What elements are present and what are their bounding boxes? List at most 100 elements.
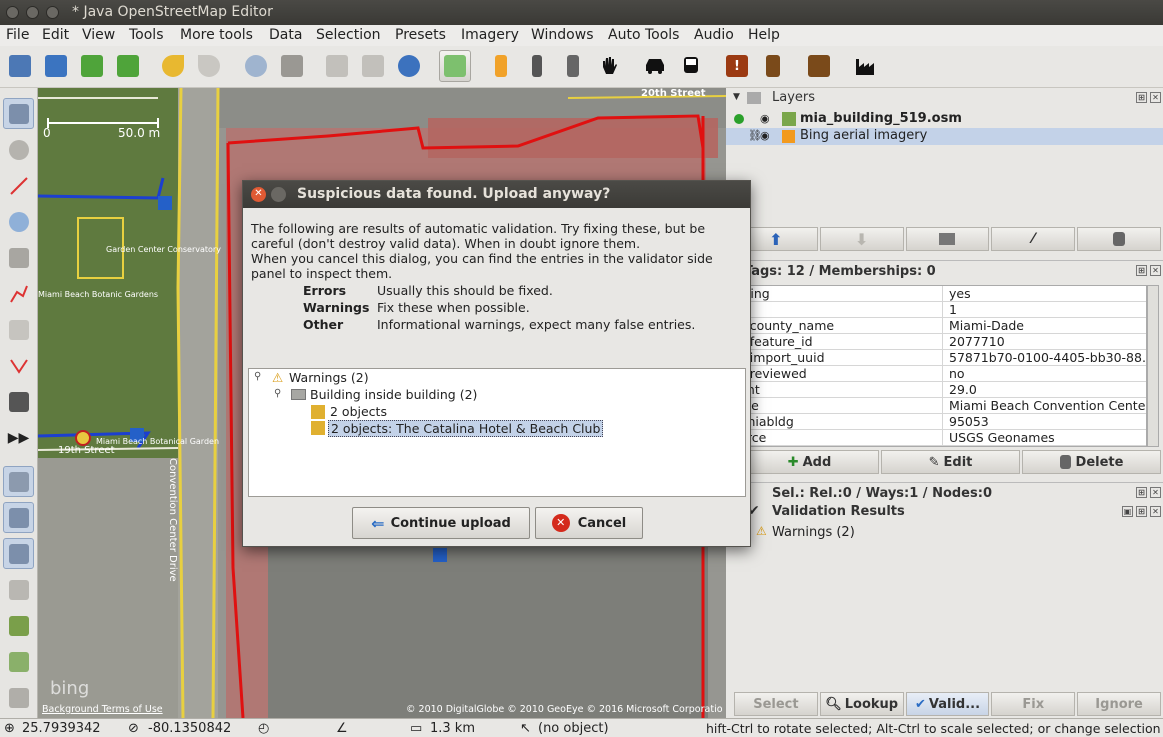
add-tag-button[interactable]: ✚ Add xyxy=(740,450,879,474)
table-row[interactable]: lding yes xyxy=(733,286,1146,302)
bus-icon[interactable] xyxy=(675,50,707,82)
menu-windows[interactable]: Windows xyxy=(531,27,594,43)
table-row[interactable]: meMiami Beach Convention Center xyxy=(733,398,1146,414)
map-paint-toggle-icon[interactable] xyxy=(3,682,34,713)
more-tools-icon[interactable]: ▶▶ xyxy=(3,422,34,453)
validate-button[interactable]: ✔ Valid... xyxy=(905,692,990,716)
layer-row[interactable]: ⛓ ◉ Bing aerial imagery xyxy=(726,128,1163,145)
traffic-preset-icon[interactable] xyxy=(485,50,517,82)
tree-expand-icon[interactable]: ⚲ xyxy=(254,371,261,382)
menu-tools[interactable]: Tools xyxy=(129,27,164,43)
open-file-icon[interactable] xyxy=(4,50,36,82)
filter-toggle-icon[interactable] xyxy=(3,646,34,677)
pin-icon[interactable]: ⊞ xyxy=(1136,506,1147,517)
table-row[interactable]: s:reviewed no xyxy=(733,366,1146,382)
duplicate-layer-button[interactable]: ⁄ xyxy=(991,227,1076,251)
tree-expand-icon[interactable]: ⚲ xyxy=(274,388,281,399)
menu-audio[interactable]: Audio xyxy=(694,27,734,43)
tree-group[interactable]: Building inside building (2) xyxy=(310,387,477,402)
maximize-window-icon[interactable] xyxy=(46,6,59,19)
visibility-eye-icon[interactable]: ◉ xyxy=(760,129,770,142)
table-row[interactable]: ght29.0 xyxy=(733,382,1146,398)
combine-way-icon[interactable] xyxy=(357,50,389,82)
draw-mode-icon[interactable] xyxy=(3,170,34,201)
pin-icon[interactable]: ⊞ xyxy=(1136,265,1147,276)
menu-more-tools[interactable]: More tools xyxy=(180,27,253,43)
ignore-button[interactable]: Ignore xyxy=(1077,692,1161,716)
delete-mode-icon[interactable] xyxy=(3,242,34,273)
upload-icon[interactable] xyxy=(112,50,144,82)
tags-scrollbar[interactable] xyxy=(1147,285,1159,447)
menu-data[interactable]: Data xyxy=(269,27,302,43)
wireframe-icon[interactable] xyxy=(439,50,471,82)
zoom-icon[interactable] xyxy=(240,50,272,82)
lookup-button[interactable]: 🔍︎ Lookup xyxy=(819,692,904,716)
menu-selection[interactable]: Selection xyxy=(316,27,381,43)
car-icon[interactable] xyxy=(639,50,671,82)
visibility-eye-icon[interactable]: ◉ xyxy=(760,112,770,125)
lasso-mode-icon[interactable] xyxy=(3,134,34,165)
factory-icon[interactable] xyxy=(849,50,881,82)
zoom-mode-icon[interactable] xyxy=(3,206,34,237)
tags-table[interactable]: lding yes 1 s:county_name Miami-Dade s:fea… xyxy=(732,285,1147,447)
close-panel-icon[interactable]: ✕ xyxy=(1150,506,1161,517)
select-button[interactable]: Select xyxy=(734,692,818,716)
menu-file[interactable]: File xyxy=(6,27,29,43)
select-mode-icon[interactable] xyxy=(3,98,34,129)
tree-item-selected[interactable]: 2 objects: The Catalina Hotel & Beach Cl… xyxy=(328,420,604,437)
menu-imagery[interactable]: Imagery xyxy=(461,27,519,43)
merge-layer-button[interactable] xyxy=(905,227,990,251)
layer-row[interactable]: ◉ mia_building_519.osm xyxy=(726,110,1163,128)
validation-tree[interactable]: ⚲ ⚠ Warnings (2) ⚲ Building inside build… xyxy=(248,368,746,497)
notes-toggle-icon[interactable] xyxy=(3,610,34,641)
split-way-icon[interactable] xyxy=(321,50,353,82)
signal-preset-icon[interactable] xyxy=(557,50,589,82)
close-panel-icon[interactable]: ✕ xyxy=(1150,265,1161,276)
minimize-dialog-icon[interactable] xyxy=(271,187,286,202)
menu-help[interactable]: Help xyxy=(748,27,780,43)
menu-edit[interactable]: Edit xyxy=(42,27,69,43)
reverse-icon[interactable] xyxy=(393,50,425,82)
close-window-icon[interactable] xyxy=(6,6,19,19)
fix-button[interactable]: Fix xyxy=(991,692,1076,716)
edit-tag-button[interactable]: ✎ Edit xyxy=(881,450,1020,474)
delete-tag-button[interactable]: Delete xyxy=(1022,450,1161,474)
close-panel-icon[interactable]: ✕ xyxy=(1150,487,1161,498)
table-row[interactable]: :miabldg 95053 xyxy=(733,414,1146,430)
undo-icon[interactable] xyxy=(157,50,189,82)
warning-preset-icon[interactable]: ! xyxy=(721,50,753,82)
pin-icon[interactable]: ⊞ xyxy=(1136,92,1147,103)
preferences-icon[interactable] xyxy=(276,50,308,82)
table-row[interactable]: s:county_name Miami-Dade xyxy=(733,318,1146,334)
cancel-button[interactable]: ✕ Cancel xyxy=(535,507,643,539)
tree-item[interactable]: 2 objects xyxy=(330,404,387,419)
close-dialog-icon[interactable]: ✕ xyxy=(251,187,266,202)
table-row[interactable]: s:import_uuid 57871b70-0100-4405-bb30-88.… xyxy=(733,350,1146,366)
pin-icon[interactable]: ⊞ xyxy=(1136,487,1147,498)
tree-root[interactable]: Warnings (2) xyxy=(289,370,369,385)
redo-icon[interactable] xyxy=(193,50,225,82)
road-preset-icon[interactable] xyxy=(521,50,553,82)
improve-way-icon[interactable] xyxy=(3,314,34,345)
menu-auto-tools[interactable]: Auto Tools xyxy=(608,27,679,43)
download-icon[interactable] xyxy=(76,50,108,82)
castle-icon[interactable] xyxy=(803,50,835,82)
continue-upload-button[interactable]: ⇐ Continue upload xyxy=(352,507,530,539)
selection-toggle-icon[interactable] xyxy=(3,538,34,569)
menu-presets[interactable]: Presets xyxy=(395,27,446,43)
move-down-button[interactable]: ⬇ xyxy=(819,227,904,251)
stop-hand-icon[interactable] xyxy=(593,50,625,82)
tags-toggle-icon[interactable] xyxy=(3,502,34,533)
collapse-icon[interactable]: ▼ xyxy=(733,92,740,102)
table-row[interactable]: 1 xyxy=(733,302,1146,318)
extrude-mode-icon[interactable] xyxy=(3,350,34,381)
background-terms-link[interactable]: Background Terms of Use xyxy=(42,704,163,715)
list-item[interactable]: ⚠ Warnings (2) xyxy=(726,524,1163,542)
restaurant-icon[interactable] xyxy=(757,50,789,82)
layers-toggle-icon[interactable] xyxy=(3,466,34,497)
history-toggle-icon[interactable] xyxy=(3,574,34,605)
menu-view[interactable]: View xyxy=(82,27,115,43)
close-panel-icon[interactable]: ✕ xyxy=(1150,92,1161,103)
minimize-window-icon[interactable] xyxy=(26,6,39,19)
save-icon[interactable] xyxy=(40,50,72,82)
